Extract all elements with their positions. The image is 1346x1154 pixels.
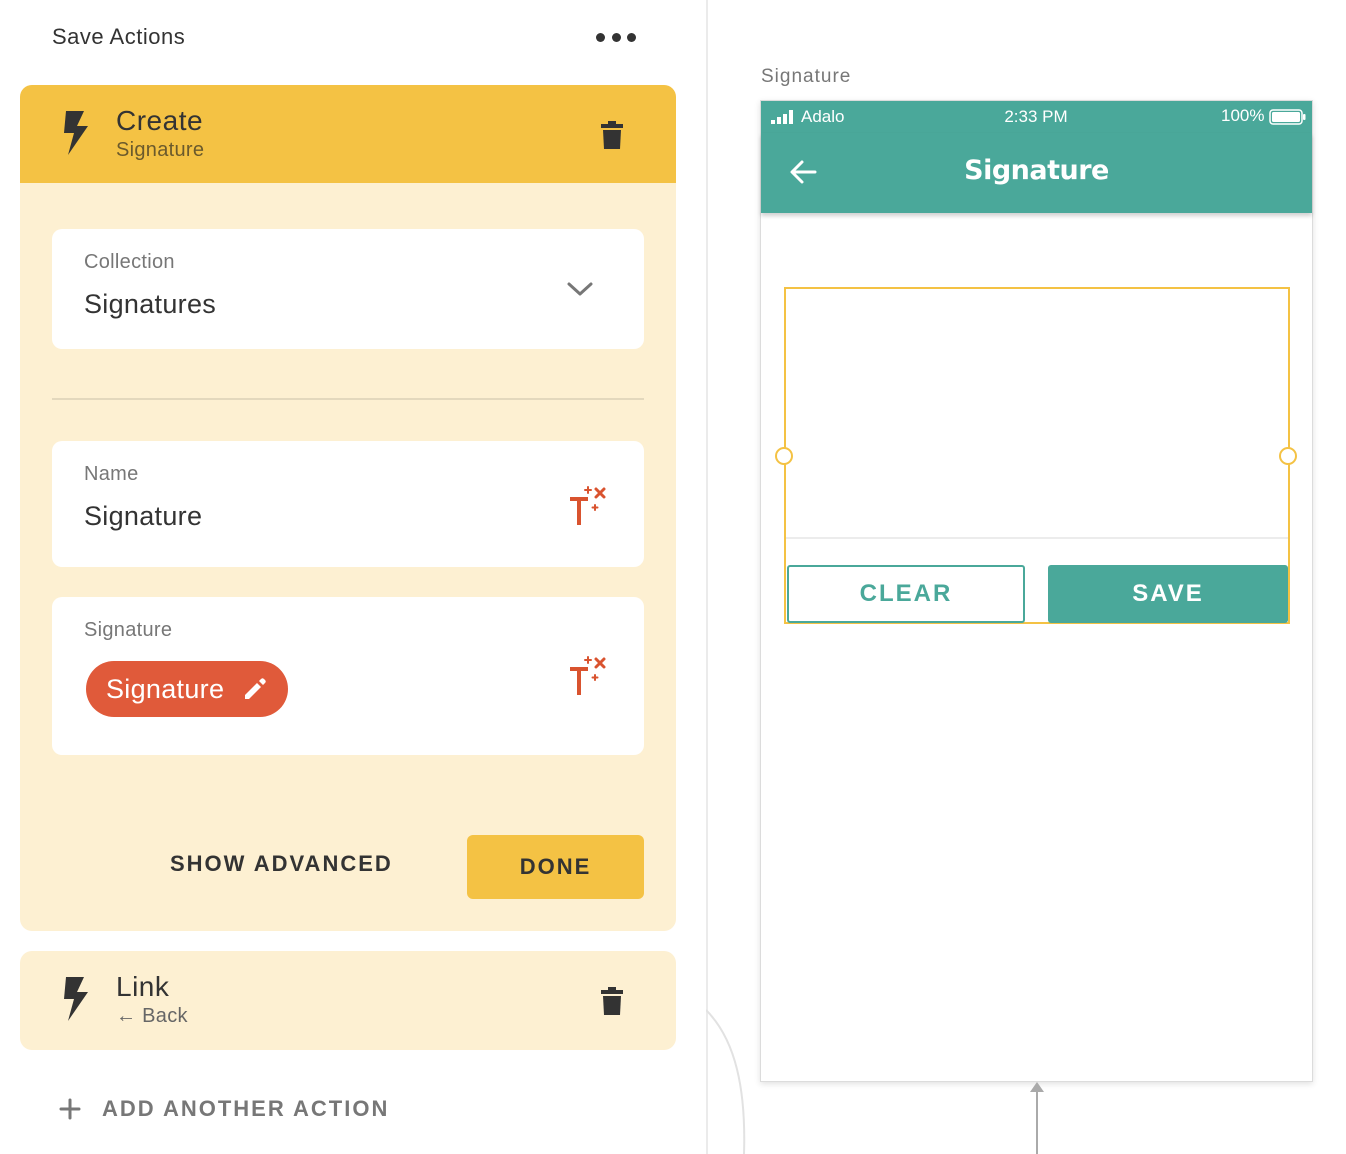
actions-panel: Save Actions Create Signature Collection… [0,0,708,1154]
trash-icon[interactable] [600,987,624,1015]
add-another-action-button[interactable]: ADD ANOTHER ACTION [58,1096,389,1122]
plus-icon [59,1098,81,1120]
app-bar: Signature [761,133,1312,213]
resize-handle-left[interactable] [775,447,793,465]
screen-label[interactable]: Signature [761,66,851,88]
flow-connector-line [706,1009,746,1154]
magic-text-icon[interactable] [568,653,612,699]
action-title: Link [116,971,170,1002]
show-advanced-button[interactable]: SHOW ADVANCED [170,851,393,877]
signature-pad[interactable] [786,289,1288,539]
carrier-name: Adalo [801,107,845,126]
collection-select[interactable]: Collection Signatures [52,229,644,349]
signal-icon [771,110,793,124]
action-header-create[interactable]: Create Signature [20,85,676,183]
battery-icon [1269,109,1306,125]
divider [52,398,644,400]
more-horizontal-icon[interactable] [596,28,636,46]
resize-handle-right[interactable] [1279,447,1297,465]
battery-percent: 100% [1221,106,1265,125]
pencil-icon [245,678,267,699]
status-bar: Adalo 2:33 PM 100% [761,101,1312,133]
trash-icon[interactable] [600,121,624,149]
action-title: Create [116,105,204,136]
status-time: 2:33 PM [1004,107,1068,126]
name-field[interactable]: Name Signature [52,441,644,567]
lightning-bolt-icon [64,111,88,155]
action-card-link[interactable]: Link ← Back [20,951,676,1050]
clear-button[interactable]: CLEAR [787,565,1025,623]
collection-label: Collection [84,251,175,273]
phone-screen[interactable]: Adalo 2:33 PM 100% Signature CLEAR SAVE [760,100,1313,1082]
save-button[interactable]: SAVE [1048,565,1288,623]
lightning-bolt-icon [64,977,88,1021]
link-arrow-icon [1030,1082,1044,1154]
action-subtitle: ← Back [116,1005,188,1027]
chip-label: Signature [106,673,225,704]
signature-magic-chip[interactable]: Signature [86,661,289,717]
action-subtitle: Signature [116,139,205,161]
signature-component[interactable]: CLEAR SAVE [775,287,1297,624]
done-button[interactable]: DONE [467,835,644,899]
signature-field[interactable]: Signature Signature [52,597,644,755]
collection-value: Signatures [84,289,217,319]
action-card-create: Create Signature Collection Signatures N… [20,85,676,931]
name-value: Signature [84,501,203,531]
magic-text-icon[interactable] [568,483,612,529]
app-bar-title: Signature [964,155,1109,186]
chevron-down-icon [567,282,593,296]
action-header-link[interactable]: Link ← Back [20,951,676,1049]
add-action-label: ADD ANOTHER ACTION [102,1096,390,1121]
panel-title: Save Actions [52,24,186,49]
signature-label: Signature [84,619,173,641]
name-label: Name [84,463,139,485]
